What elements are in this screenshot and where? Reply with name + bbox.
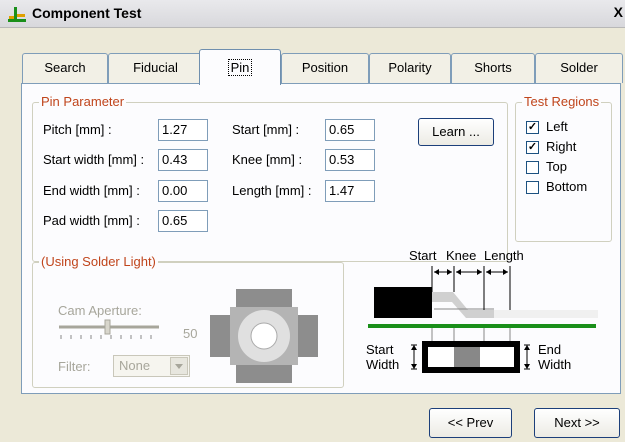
top-label: Top [546, 159, 567, 174]
learn-button[interactable]: Learn ... [418, 118, 494, 146]
pin-tab-panel: Pin Parameter Pitch [mm] : 1.27 Start wi… [21, 83, 621, 394]
tab-position[interactable]: Position [281, 53, 369, 83]
prev-button[interactable]: << Prev [429, 408, 512, 438]
bottom-label: Bottom [546, 179, 588, 194]
length-field[interactable]: 1.47 [325, 180, 375, 202]
diagram-knee-label: Knee [446, 248, 476, 263]
top-checkbox[interactable] [526, 161, 539, 174]
filter-label: Filter: [58, 359, 91, 374]
end-width-label: End width [mm] : [43, 183, 140, 198]
component-test-window: Component Test X Search Fiducial Pin Pos… [0, 0, 625, 442]
tab-search[interactable]: Search [22, 53, 108, 83]
pitch-label: Pitch [mm] : [43, 122, 112, 137]
tab-solder[interactable]: Solder [535, 53, 623, 83]
right-checkbox[interactable]: ✓ [526, 141, 539, 154]
bottom-checkbox[interactable] [526, 181, 539, 194]
test-regions-group: Test Regions ✓ Left ✓ Right Top Bottom [515, 95, 612, 242]
pad-width-field[interactable]: 0.65 [158, 210, 208, 232]
diagram-end-width-label-1: End [538, 342, 561, 357]
filter-select[interactable]: None [113, 355, 190, 377]
start-field[interactable]: 0.65 [325, 119, 375, 141]
length-label: Length [mm] : [232, 183, 312, 198]
next-button[interactable]: Next >> [534, 408, 620, 438]
title-bar: Component Test X [0, 0, 625, 28]
pin-parameter-group: Pin Parameter Pitch [mm] : 1.27 Start wi… [32, 95, 508, 262]
pin-diagram: Start Knee Length Start Width End Width [366, 248, 598, 373]
right-label: Right [546, 139, 577, 154]
cam-aperture-label: Cam Aperture: [58, 303, 142, 318]
pitch-field[interactable]: 1.27 [158, 119, 208, 141]
pad-width-label: Pad width [mm] : [43, 213, 140, 228]
cam-aperture-slider[interactable] [57, 319, 167, 345]
left-checkbox[interactable]: ✓ [526, 121, 539, 134]
solder-light-group: (Using Solder Light) Cam Aperture: 50 Fi… [32, 255, 344, 388]
window-title: Component Test [32, 5, 142, 21]
app-icon [8, 7, 26, 22]
tab-pin[interactable]: Pin [199, 49, 281, 85]
close-icon[interactable]: X [614, 4, 623, 20]
knee-label: Knee [mm] : [232, 152, 303, 167]
diagram-start-width-label-2: Width [366, 357, 399, 372]
tab-polarity[interactable]: Polarity [369, 53, 451, 83]
tab-shorts[interactable]: Shorts [451, 53, 535, 83]
pin-parameter-legend: Pin Parameter [39, 94, 127, 109]
diagram-start-label: Start [409, 248, 437, 263]
solder-light-image [210, 289, 318, 383]
diagram-length-label: Length [484, 248, 524, 263]
cam-aperture-value: 50 [183, 326, 198, 341]
tab-fiducial[interactable]: Fiducial [108, 53, 203, 83]
start-label: Start [mm] : [232, 122, 300, 137]
diagram-start-width-label-1: Start [366, 342, 394, 357]
end-width-field[interactable]: 0.00 [158, 180, 208, 202]
solder-light-legend: (Using Solder Light) [39, 254, 158, 269]
chevron-down-icon [170, 357, 188, 375]
knee-field[interactable]: 0.53 [325, 149, 375, 171]
start-width-field[interactable]: 0.43 [158, 149, 208, 171]
diagram-end-width-label-2: Width [538, 357, 571, 372]
test-regions-legend: Test Regions [522, 94, 602, 109]
left-label: Left [546, 119, 568, 134]
start-width-label: Start width [mm] : [43, 152, 145, 167]
